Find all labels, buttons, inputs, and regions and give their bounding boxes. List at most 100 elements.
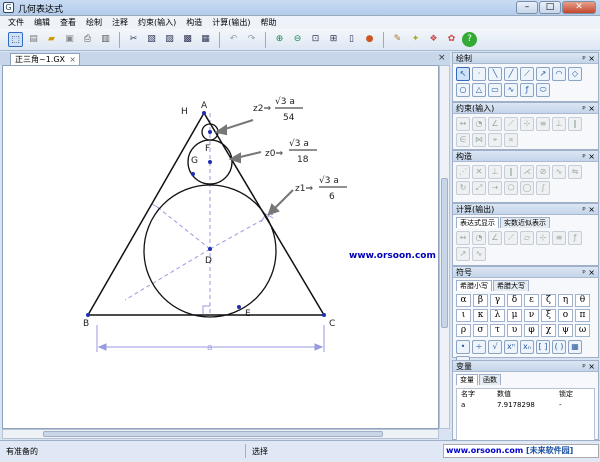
symbol-upsilon[interactable]: υ bbox=[507, 324, 522, 337]
vertical-scrollbar[interactable] bbox=[439, 65, 450, 429]
angle-constraint-icon[interactable]: ∠ bbox=[488, 117, 502, 131]
symbol-tau[interactable]: τ bbox=[490, 324, 505, 337]
curve-compute-icon[interactable]: ∿ bbox=[472, 247, 486, 261]
tangent-constraint-icon[interactable]: ⊥ bbox=[552, 117, 566, 131]
tab-expression-display[interactable]: 表达式显示 bbox=[456, 217, 499, 228]
ellipse-tool-icon[interactable]: ⬭ bbox=[536, 83, 550, 97]
horizontal-scroll-thumb[interactable] bbox=[43, 431, 383, 437]
angle-compute-icon[interactable]: ∠ bbox=[488, 231, 502, 245]
point-b[interactable] bbox=[86, 313, 90, 317]
copy-image-icon[interactable]: ▨ bbox=[162, 32, 177, 47]
symbol-zeta[interactable]: ζ bbox=[541, 294, 556, 307]
polygon-tool-icon[interactable]: ◇ bbox=[568, 67, 582, 81]
symbol-xi[interactable]: ξ bbox=[541, 309, 556, 322]
table-row[interactable]: a 7.9178298 - bbox=[457, 400, 594, 411]
symbol-mu[interactable]: μ bbox=[507, 309, 522, 322]
coordinates-compute-icon[interactable]: ⊹ bbox=[536, 231, 550, 245]
point-d[interactable] bbox=[208, 247, 212, 251]
point-small-center[interactable] bbox=[208, 130, 212, 134]
undo-icon[interactable]: ↶ bbox=[226, 32, 241, 47]
equation-constraint-icon[interactable]: ≡ bbox=[536, 117, 550, 131]
tangent-construct-icon[interactable]: ⊘ bbox=[536, 165, 550, 179]
help-icon[interactable]: ? bbox=[462, 32, 477, 47]
color-icon[interactable]: ❖ bbox=[426, 32, 441, 47]
close-tab-icon[interactable]: × bbox=[69, 54, 76, 65]
vertical-scroll-thumb[interactable] bbox=[441, 178, 448, 328]
translate-construct-icon[interactable]: ⇢ bbox=[488, 181, 502, 195]
horizontal-scrollbar[interactable] bbox=[2, 429, 439, 439]
highlight-icon[interactable]: ✦ bbox=[408, 32, 423, 47]
menu-annotate[interactable]: 注释 bbox=[112, 16, 128, 29]
tab-functions[interactable]: 函数 bbox=[479, 374, 501, 385]
coordinate-constraint-icon[interactable]: ⊹ bbox=[520, 117, 534, 131]
segment-tool-icon[interactable]: ╲ bbox=[488, 67, 502, 81]
symbol-omicron[interactable]: ο bbox=[558, 309, 573, 322]
distance-compute-icon[interactable]: ↔ bbox=[456, 231, 470, 245]
bullet-icon[interactable]: • bbox=[456, 340, 470, 354]
length-constraint-icon[interactable]: ↔ bbox=[456, 117, 470, 131]
symbol-theta[interactable]: θ bbox=[575, 294, 590, 307]
new-file-icon[interactable]: ▤ bbox=[26, 32, 41, 47]
panel-pin-icon[interactable]: ᵖ × bbox=[582, 151, 595, 162]
panel-pin-icon[interactable]: ᵖ × bbox=[582, 204, 595, 215]
minimize-button[interactable]: – bbox=[516, 1, 538, 14]
tab-greek-lowercase[interactable]: 希腊小写 bbox=[456, 280, 492, 291]
redo-icon[interactable]: ↷ bbox=[244, 32, 259, 47]
parallel-construct-icon[interactable]: ∥ bbox=[504, 165, 518, 179]
ratio-constraint-icon[interactable]: ∝ bbox=[504, 133, 518, 147]
point-c[interactable] bbox=[322, 313, 326, 317]
open-folder-icon[interactable]: ▰ bbox=[44, 32, 59, 47]
save-icon[interactable]: ▣ bbox=[62, 32, 77, 47]
style-icon[interactable]: ✎ bbox=[390, 32, 405, 47]
panel-pin-icon[interactable]: ᵖ × bbox=[582, 53, 595, 64]
matrix-icon[interactable]: ▦ bbox=[568, 340, 582, 354]
tab-real-approximation[interactable]: 实数近似表示 bbox=[500, 217, 550, 228]
symbol-delta[interactable]: δ bbox=[507, 294, 522, 307]
settings-icon[interactable]: ● bbox=[362, 32, 377, 47]
symbol-sigma[interactable]: σ bbox=[473, 324, 488, 337]
point-e[interactable] bbox=[237, 305, 241, 309]
panel-pin-icon[interactable]: ᵖ × bbox=[582, 361, 595, 372]
point-tool-icon[interactable]: · bbox=[472, 67, 486, 81]
symbol-gamma[interactable]: γ bbox=[490, 294, 505, 307]
line-tool-icon[interactable]: ╱ bbox=[504, 67, 518, 81]
symbol-rho[interactable]: ρ bbox=[456, 324, 471, 337]
symbol-beta[interactable]: β bbox=[473, 294, 488, 307]
radius-compute-icon[interactable]: ◔ bbox=[472, 231, 486, 245]
subscript-icon[interactable]: xₙ bbox=[520, 340, 534, 354]
zoom-out-icon[interactable]: ⊖ bbox=[290, 32, 305, 47]
parentheses-icon[interactable]: ( ) bbox=[552, 340, 566, 354]
symbol-alpha[interactable]: α bbox=[456, 294, 471, 307]
menu-compute[interactable]: 计算(输出) bbox=[212, 16, 250, 29]
symbol-chi[interactable]: χ bbox=[541, 324, 556, 337]
print-preview-icon[interactable]: ▥ bbox=[98, 32, 113, 47]
drawing-canvas[interactable]: a A B C D E F G H z2⇒ √3 a 54 z0⇒ √3 a 1… bbox=[2, 65, 439, 429]
symbol-kappa[interactable]: κ bbox=[473, 309, 488, 322]
intersection-construct-icon[interactable]: ✕ bbox=[472, 165, 486, 179]
panel-pin-icon[interactable]: ᵖ × bbox=[582, 103, 595, 114]
close-button[interactable]: ✕ bbox=[562, 1, 596, 14]
copy-figure-icon[interactable]: ▩ bbox=[180, 32, 195, 47]
tab-greek-uppercase[interactable]: 希腊大写 bbox=[493, 280, 529, 291]
reflect-construct-icon[interactable]: ⇋ bbox=[568, 165, 582, 179]
print-icon[interactable]: ⎙ bbox=[80, 32, 95, 47]
panel-pin-icon[interactable]: ᵖ × bbox=[582, 267, 595, 278]
close-document-icon[interactable]: × bbox=[438, 53, 446, 63]
scale-construct-icon[interactable]: ⤢ bbox=[472, 181, 486, 195]
square-tool-icon[interactable]: ▭ bbox=[488, 83, 502, 97]
cut-icon[interactable]: ✂ bbox=[126, 32, 141, 47]
document-tab[interactable]: 正三角~1.GX × bbox=[10, 53, 80, 65]
parallel-constraint-icon[interactable]: ∥ bbox=[568, 117, 582, 131]
menu-construct[interactable]: 构造 bbox=[186, 16, 202, 29]
page-icon[interactable]: ▯ bbox=[344, 32, 359, 47]
curve-construct-icon[interactable]: ∫ bbox=[536, 181, 550, 195]
area-compute-icon[interactable]: ▱ bbox=[520, 231, 534, 245]
copy-icon[interactable]: ▧ bbox=[144, 32, 159, 47]
symbol-nu[interactable]: ν bbox=[524, 309, 539, 322]
pointer-tool-icon[interactable]: ↖ bbox=[456, 67, 470, 81]
symmetric-constraint-icon[interactable]: ⋈ bbox=[472, 133, 486, 147]
function-tool-icon[interactable]: ƒ bbox=[520, 83, 534, 97]
parametric-compute-icon[interactable]: ƒ bbox=[568, 231, 582, 245]
curve-tool-icon[interactable]: ∿ bbox=[504, 83, 518, 97]
menu-edit[interactable]: 编辑 bbox=[34, 16, 50, 29]
